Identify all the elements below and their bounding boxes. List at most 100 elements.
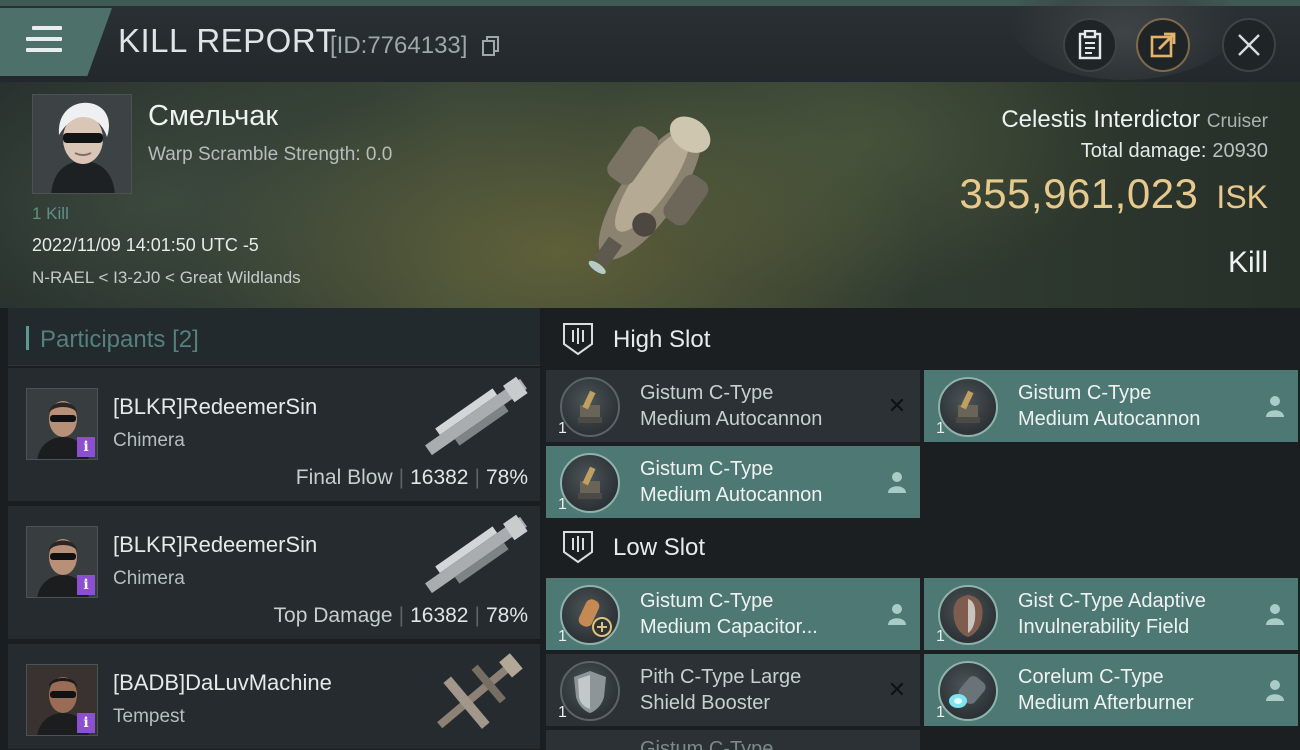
kill-location[interactable]: N-RAEL < I3-2J0 < Great Wildlands (32, 268, 301, 288)
participant-role: Top Damage (273, 604, 393, 627)
module-name: Gist C-Type Adaptive Invulnerability Fiel… (1018, 590, 1206, 638)
destroyed-icon: ✕ (887, 393, 907, 418)
total-damage: Total damage: 20930 (1081, 140, 1268, 163)
autocannon-icon (938, 377, 998, 437)
info-badge[interactable]: i (77, 437, 95, 457)
module-quantity: 1 (558, 704, 567, 721)
module-name: Gistum C-Type Medium Autocannon (640, 458, 823, 506)
high-slot-icon (563, 323, 593, 356)
participant-name[interactable]: [BADB]DaLuvMachine (113, 670, 332, 696)
module-item[interactable]: 1 Corelum C-Type Medium Afterburner (924, 654, 1298, 726)
module-name: Gistum C-Type (640, 738, 774, 750)
victim-name[interactable]: Смельчак (148, 100, 278, 133)
participant-ship: Tempest (113, 706, 185, 727)
page-title: KILL REPORT (118, 22, 337, 59)
module-name: Gistum C-Type Medium Autocannon (1018, 382, 1201, 430)
autocannon-icon (560, 377, 620, 437)
isk-unit: ISK (1216, 179, 1268, 215)
module-quantity: 1 (558, 496, 567, 513)
top-bar: KILL REPORT [ID:7764133] (0, 0, 1300, 82)
participant-damage: 16382 (410, 466, 469, 489)
participant-damage: 16382 (410, 604, 469, 627)
report-id: [ID:7764133] (330, 32, 468, 59)
afterburner-icon (938, 661, 998, 721)
participant-stats: Top Damage | 16382 | 78% (273, 604, 528, 627)
clipboard-icon (1078, 30, 1102, 60)
module-quantity: 1 (936, 704, 945, 721)
participant-card[interactable]: i [BLKR]RedeemerSin Chimera Top Damage | 1… (8, 506, 540, 640)
background-planet (1010, 0, 1240, 80)
participant-ship-image (437, 653, 523, 729)
participant-ship: Chimera (113, 430, 185, 451)
module-item[interactable]: 1 Gistum C-Type Medium Autocannon (546, 446, 920, 518)
victim-portrait[interactable] (32, 94, 132, 194)
module-quantity: 1 (936, 420, 945, 437)
participant-card[interactable]: i [BADB]DaLuvMachine Tempest (8, 644, 540, 750)
dropped-person-icon (1266, 396, 1284, 417)
info-badge[interactable]: i (77, 713, 95, 733)
copy-icon[interactable] (482, 36, 500, 56)
module-name: Corelum C-Type Medium Afterburner (1018, 666, 1194, 714)
avatar[interactable]: i (26, 664, 98, 736)
autocannon-icon (560, 453, 620, 513)
module-item[interactable]: 1 Gistum C-Type Medium Autocannon (924, 370, 1298, 442)
participant-role: Final Blow (295, 466, 393, 489)
module-quantity: 1 (936, 628, 945, 645)
low-slot-icon (563, 531, 593, 564)
victim-summary: Смельчак Warp Scramble Strength: 0.0 1 K… (0, 82, 1300, 308)
participant-ship-image (425, 376, 528, 456)
avatar[interactable]: i (26, 388, 98, 460)
dropped-person-icon (1266, 680, 1284, 701)
low-slot-header: Low Slot (544, 516, 1300, 578)
victim-ship[interactable]: Celestis Interdictor Cruiser (1001, 106, 1268, 134)
module-item-partial[interactable]: Gistum C-Type (546, 730, 920, 750)
participant-ship: Chimera (113, 568, 185, 589)
share-button[interactable] (1136, 18, 1190, 72)
module-quantity: 1 (558, 420, 567, 437)
high-slot-header: High Slot (544, 308, 1300, 370)
ship-name: Celestis Interdictor (1001, 106, 1201, 133)
avatar[interactable]: i (26, 526, 98, 598)
isk-amount: 355,961,023 (959, 170, 1199, 217)
destroyed-icon: ✕ (887, 677, 907, 702)
kill-timestamp: 2022/11/09 14:01:50 UTC -5 (32, 235, 259, 255)
high-slot-title: High Slot (613, 326, 711, 353)
participant-card[interactable]: i [BLKR]RedeemerSin Chimera Final Blow | 1… (8, 368, 540, 502)
capacitor-icon (560, 585, 620, 645)
total-damage-value: 20930 (1212, 140, 1268, 162)
kill-count: 1 Kill (32, 204, 69, 223)
participant-damage-percent: 78% (485, 466, 528, 489)
ship-class: Cruiser (1206, 111, 1268, 132)
close-button[interactable] (1222, 18, 1276, 72)
participant-damage-percent: 78% (485, 604, 528, 627)
shield-booster-icon (560, 661, 620, 721)
isk-value: 355,961,023 ISK (959, 170, 1268, 218)
participants-label: Participants (40, 326, 166, 353)
low-slot-title: Low Slot (613, 534, 706, 561)
participant-name[interactable]: [BLKR]RedeemerSin (113, 394, 317, 420)
module-item[interactable]: 1 Gistum C-Type Medium Autocannon ✕ (546, 370, 920, 442)
module-name: Gistum C-Type Medium Capacitor... (640, 590, 818, 638)
warp-scramble-strength: Warp Scramble Strength: 0.0 (148, 144, 393, 165)
participants-panel: Participants [2] i [BLKR]RedeemerSin Chi… (0, 308, 544, 750)
participant-ship-image (425, 514, 528, 594)
menu-icon[interactable] (26, 26, 62, 54)
invulnerability-field-icon (938, 585, 998, 645)
dropped-person-icon (1266, 604, 1284, 625)
close-icon (1238, 34, 1260, 56)
module-item[interactable]: 1 Pith C-Type Large Shield Booster ✕ (546, 654, 920, 726)
module-item[interactable]: 1 Gistum C-Type Medium Capacitor... (546, 578, 920, 650)
participant-name[interactable]: [BLKR]RedeemerSin (113, 532, 317, 558)
fitting-panel: High Slot 1 Gistum C-Type Medium Autocann… (544, 308, 1300, 750)
clipboard-button[interactable] (1063, 18, 1117, 72)
participants-header-accent (26, 326, 29, 350)
info-badge[interactable]: i (77, 575, 95, 595)
participants-count: [2] (172, 326, 199, 353)
module-item[interactable]: 1 Gist C-Type Adaptive Invulnerability Fi… (924, 578, 1298, 650)
total-damage-label: Total damage: (1080, 140, 1207, 162)
share-icon (1150, 32, 1176, 58)
victim-ship-image[interactable] (540, 82, 760, 292)
participants-title: Participants [2] (40, 326, 199, 354)
participant-stats: Final Blow | 16382 | 78% (295, 466, 528, 489)
dropped-person-icon (888, 472, 906, 493)
